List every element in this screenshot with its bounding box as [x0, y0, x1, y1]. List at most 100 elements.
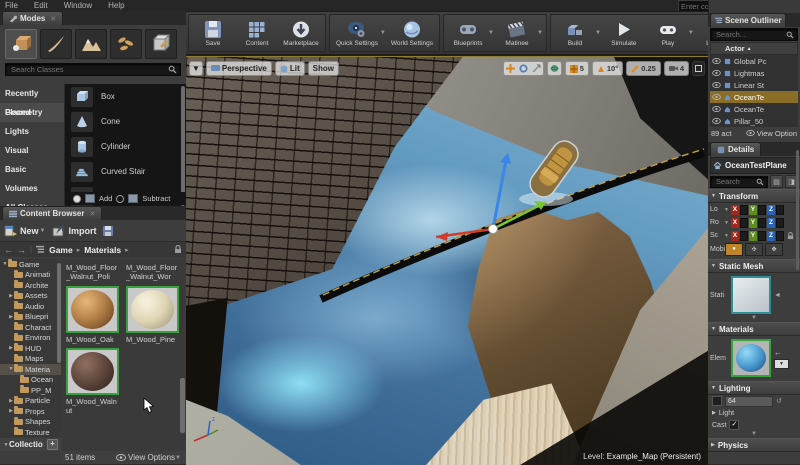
outliner-search-box[interactable] [710, 28, 798, 41]
details-scrollbar[interactable] [796, 150, 799, 270]
outliner-row[interactable]: Global Pc [710, 55, 798, 67]
mode-button-3[interactable] [110, 29, 142, 59]
brush-add-radio[interactable] [73, 194, 81, 203]
save-button[interactable]: Save [191, 16, 235, 50]
asset-thumbnail[interactable] [126, 286, 179, 333]
axis-value-field[interactable] [775, 217, 784, 228]
lock-icon[interactable] [787, 231, 794, 240]
content-button[interactable]: Content [235, 16, 279, 50]
asset-item[interactable]: M_Wood_Walnut [66, 348, 119, 419]
chevron-down-icon[interactable]: ▼ [488, 30, 494, 36]
tree-folder-hud[interactable]: ▶ HUD [0, 343, 61, 354]
back-button[interactable]: ← [4, 245, 13, 255]
asset-thumbnail[interactable] [66, 348, 119, 395]
axis-value-field[interactable] [739, 204, 748, 215]
tree-folder-assets[interactable]: ▶ Assets [0, 290, 61, 302]
modes-search-box[interactable] [5, 63, 181, 76]
category-basic[interactable]: Basic [0, 160, 64, 179]
tree-folder-pp_m[interactable]: PP_M [0, 385, 61, 396]
visibility-eye-icon[interactable] [712, 58, 721, 64]
tab-scene-outliner[interactable]: Scene Outliner [710, 13, 787, 27]
use-selected-arrow-icon[interactable]: ← [774, 348, 789, 357]
scale-tool-icon[interactable] [532, 64, 541, 73]
cast-shadows-checkbox[interactable]: ✓ [729, 420, 740, 430]
tree-folder-archite[interactable]: Archite [0, 280, 61, 291]
play-button[interactable]: Play [646, 16, 690, 50]
blueprints-button[interactable]: Blueprints [446, 16, 490, 50]
visibility-eye-icon[interactable] [712, 118, 721, 124]
asset-item[interactable]: M_Wood_Oak [66, 286, 119, 348]
add-collection-button[interactable]: + [47, 439, 58, 450]
axis-value-field[interactable] [757, 230, 766, 241]
section-static-mesh[interactable]: ▼ Static Mesh [708, 259, 800, 273]
show-flags-button[interactable]: Show [307, 61, 339, 76]
tree-folder-maps[interactable]: Maps [0, 353, 61, 365]
path-history-icon[interactable] [36, 245, 45, 254]
tree-folder-shapes[interactable]: Shapes [0, 416, 61, 428]
material-dropdown[interactable]: ▼ [774, 358, 789, 369]
category-lights[interactable]: Lights [0, 122, 64, 141]
asset-item[interactable]: M_Wood_Floor_Walnut_Poli [66, 261, 119, 286]
tree-folder-game[interactable]: ▼ Game [0, 259, 61, 270]
mode-button-1[interactable] [40, 29, 72, 59]
rotation-snap-button[interactable]: 10° [591, 61, 624, 76]
axis-value-field[interactable] [757, 204, 766, 215]
camera-speed-button[interactable]: 4 [663, 61, 689, 76]
tree-folder-animati[interactable]: Animati [0, 269, 61, 281]
gizmo-center-handle[interactable] [488, 224, 498, 234]
asset-item[interactable]: M_Wood_Floor_Walnut_Wor [126, 261, 179, 286]
rotate-tool-icon[interactable] [519, 64, 528, 73]
outliner-row[interactable]: Linear St [710, 79, 798, 91]
section-transform[interactable]: ▼ Transform [708, 189, 800, 203]
menu-item-file[interactable]: File [5, 0, 18, 11]
material-thumbnail[interactable] [731, 339, 771, 377]
grid-snap-button[interactable]: 5 [564, 61, 589, 76]
world-local-toggle[interactable] [546, 61, 562, 76]
chevron-down-icon[interactable]: ▼ [688, 30, 694, 36]
collections-row[interactable]: ▼ Collectio + [0, 438, 61, 451]
perspective-button[interactable]: Perspective [205, 61, 272, 76]
mode-button-4[interactable] [145, 29, 177, 59]
breadcrumb-game[interactable]: Game [49, 245, 73, 255]
chevron-down-icon[interactable]: ▼ [724, 207, 729, 213]
geometry-item-box[interactable]: Box [65, 84, 186, 109]
advanced-expander-icon[interactable]: ▼ [708, 315, 800, 322]
geometry-item-curved-stair[interactable]: Curved Stair [65, 159, 186, 184]
axis-value-field[interactable] [757, 217, 766, 228]
actor-column-header[interactable]: Actor ▲ [710, 42, 798, 55]
chevron-down-icon[interactable]: ▼ [595, 30, 601, 36]
mode-button-0[interactable] [5, 29, 37, 59]
marketplace-button[interactable]: Marketplace [279, 16, 323, 50]
category-volumes[interactable]: Volumes [0, 179, 64, 198]
tree-folder-ocean[interactable]: Ocean [0, 374, 61, 386]
menu-item-edit[interactable]: Edit [34, 0, 48, 11]
mobility-movable-button[interactable]: ✥ [765, 242, 783, 256]
geometry-item-cone[interactable]: Cone [65, 109, 186, 134]
tree-folder-particle[interactable]: ▶ Particle [0, 395, 61, 407]
menu-item-help[interactable]: Help [108, 0, 124, 11]
tree-folder-charact[interactable]: Charact [0, 322, 61, 333]
section-lighting[interactable]: ▼ Lighting [708, 381, 800, 395]
visibility-eye-icon[interactable] [712, 106, 721, 112]
tree-folder-texture[interactable]: Texture [0, 427, 61, 438]
wooden-boat[interactable] [525, 136, 582, 201]
viewport[interactable]: z ▼ Perspective Lit Show 5 10° 0.25 4 Le… [186, 56, 708, 465]
property-matrix-icon[interactable]: ▤ [770, 175, 783, 188]
visibility-eye-icon[interactable] [712, 70, 721, 76]
save-all-icon[interactable] [102, 225, 114, 237]
outliner-row[interactable]: OceanTe [710, 103, 798, 115]
tree-folder-bluepri[interactable]: ▶ Bluepri [0, 311, 61, 323]
maximize-viewport-button[interactable] [692, 61, 705, 76]
chevron-down-icon[interactable]: ▼ [724, 220, 729, 226]
lightmap-resolution-field[interactable]: 64 [725, 395, 773, 407]
viewport-options-button[interactable]: ▼ [189, 61, 203, 76]
asset-thumbnail[interactable] [66, 286, 119, 333]
tree-folder-audio[interactable]: Audio [0, 301, 61, 312]
tree-folder-materia[interactable]: ▼ Materia [0, 364, 61, 375]
lock-icon[interactable] [174, 245, 182, 254]
mode-button-2[interactable] [75, 29, 107, 59]
chevron-down-icon[interactable]: ▼ [724, 233, 729, 239]
axis-value-field[interactable] [775, 230, 784, 241]
tab-modes[interactable]: Modes ✕ [2, 11, 64, 25]
import-button[interactable]: Import [52, 225, 96, 237]
